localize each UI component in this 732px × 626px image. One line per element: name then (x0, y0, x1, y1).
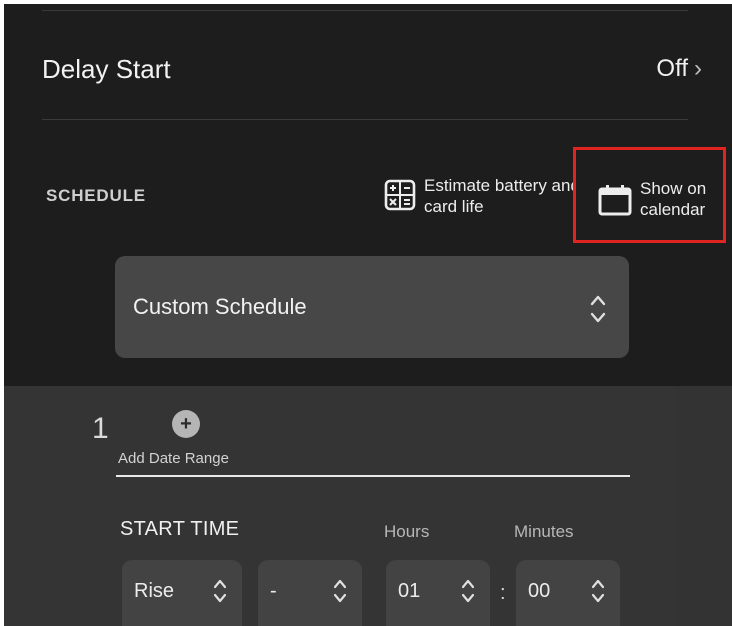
top-divider (42, 10, 688, 11)
delay-start-label: Delay Start (42, 54, 171, 84)
up-down-chevron-icon (591, 579, 605, 603)
delay-start-row[interactable]: Delay Start Off › (4, 34, 732, 104)
delay-start-value-text: Off (656, 55, 688, 82)
calendar-icon (598, 185, 632, 216)
panel-edge (676, 386, 732, 626)
add-date-range-label: Add Date Range (118, 450, 229, 467)
up-down-chevron-icon (333, 579, 347, 603)
date-range-index: 1 (92, 412, 109, 445)
hours-label: Hours (384, 522, 430, 541)
event-picker[interactable]: Rise (122, 560, 242, 626)
event-picker-value: Rise (134, 580, 175, 602)
chevron-right-icon: › (694, 55, 702, 82)
estimate-battery-button[interactable]: Estimate battery and card life (384, 175, 584, 217)
section-divider (42, 119, 688, 120)
hours-value: 01 (398, 580, 421, 602)
time-separator: : (500, 582, 506, 604)
schedule-type-value: Custom Schedule (133, 294, 307, 319)
up-down-chevron-icon (213, 579, 227, 603)
offset-sign-picker[interactable]: - (258, 560, 362, 626)
calculator-icon (384, 179, 416, 211)
show-on-calendar-label: Show on calendar (640, 179, 707, 219)
up-down-chevron-icon (590, 295, 606, 323)
date-range-panel: 1 + Add Date Range START TIME Hours Minu… (4, 386, 732, 626)
show-on-calendar-button[interactable]: Show on calendar (573, 147, 726, 243)
plus-circle-icon[interactable]: + (172, 410, 200, 438)
minutes-label: Minutes (514, 522, 574, 541)
schedule-section-label: SCHEDULE (46, 186, 146, 205)
offset-sign-value: - (270, 580, 277, 602)
schedule-type-select[interactable]: Custom Schedule (115, 256, 629, 358)
start-time-label: START TIME (120, 518, 240, 540)
minutes-picker[interactable]: 00 (516, 560, 620, 626)
estimate-battery-label: Estimate battery and card life (424, 176, 580, 216)
up-down-chevron-icon (461, 579, 475, 603)
minutes-value: 00 (528, 580, 551, 602)
delay-start-value[interactable]: Off › (656, 55, 702, 83)
settings-screen: Delay Start Off › SCHEDULE Estimate batte… (4, 4, 732, 626)
add-date-range-underline (116, 475, 630, 477)
hours-picker[interactable]: 01 (386, 560, 490, 626)
